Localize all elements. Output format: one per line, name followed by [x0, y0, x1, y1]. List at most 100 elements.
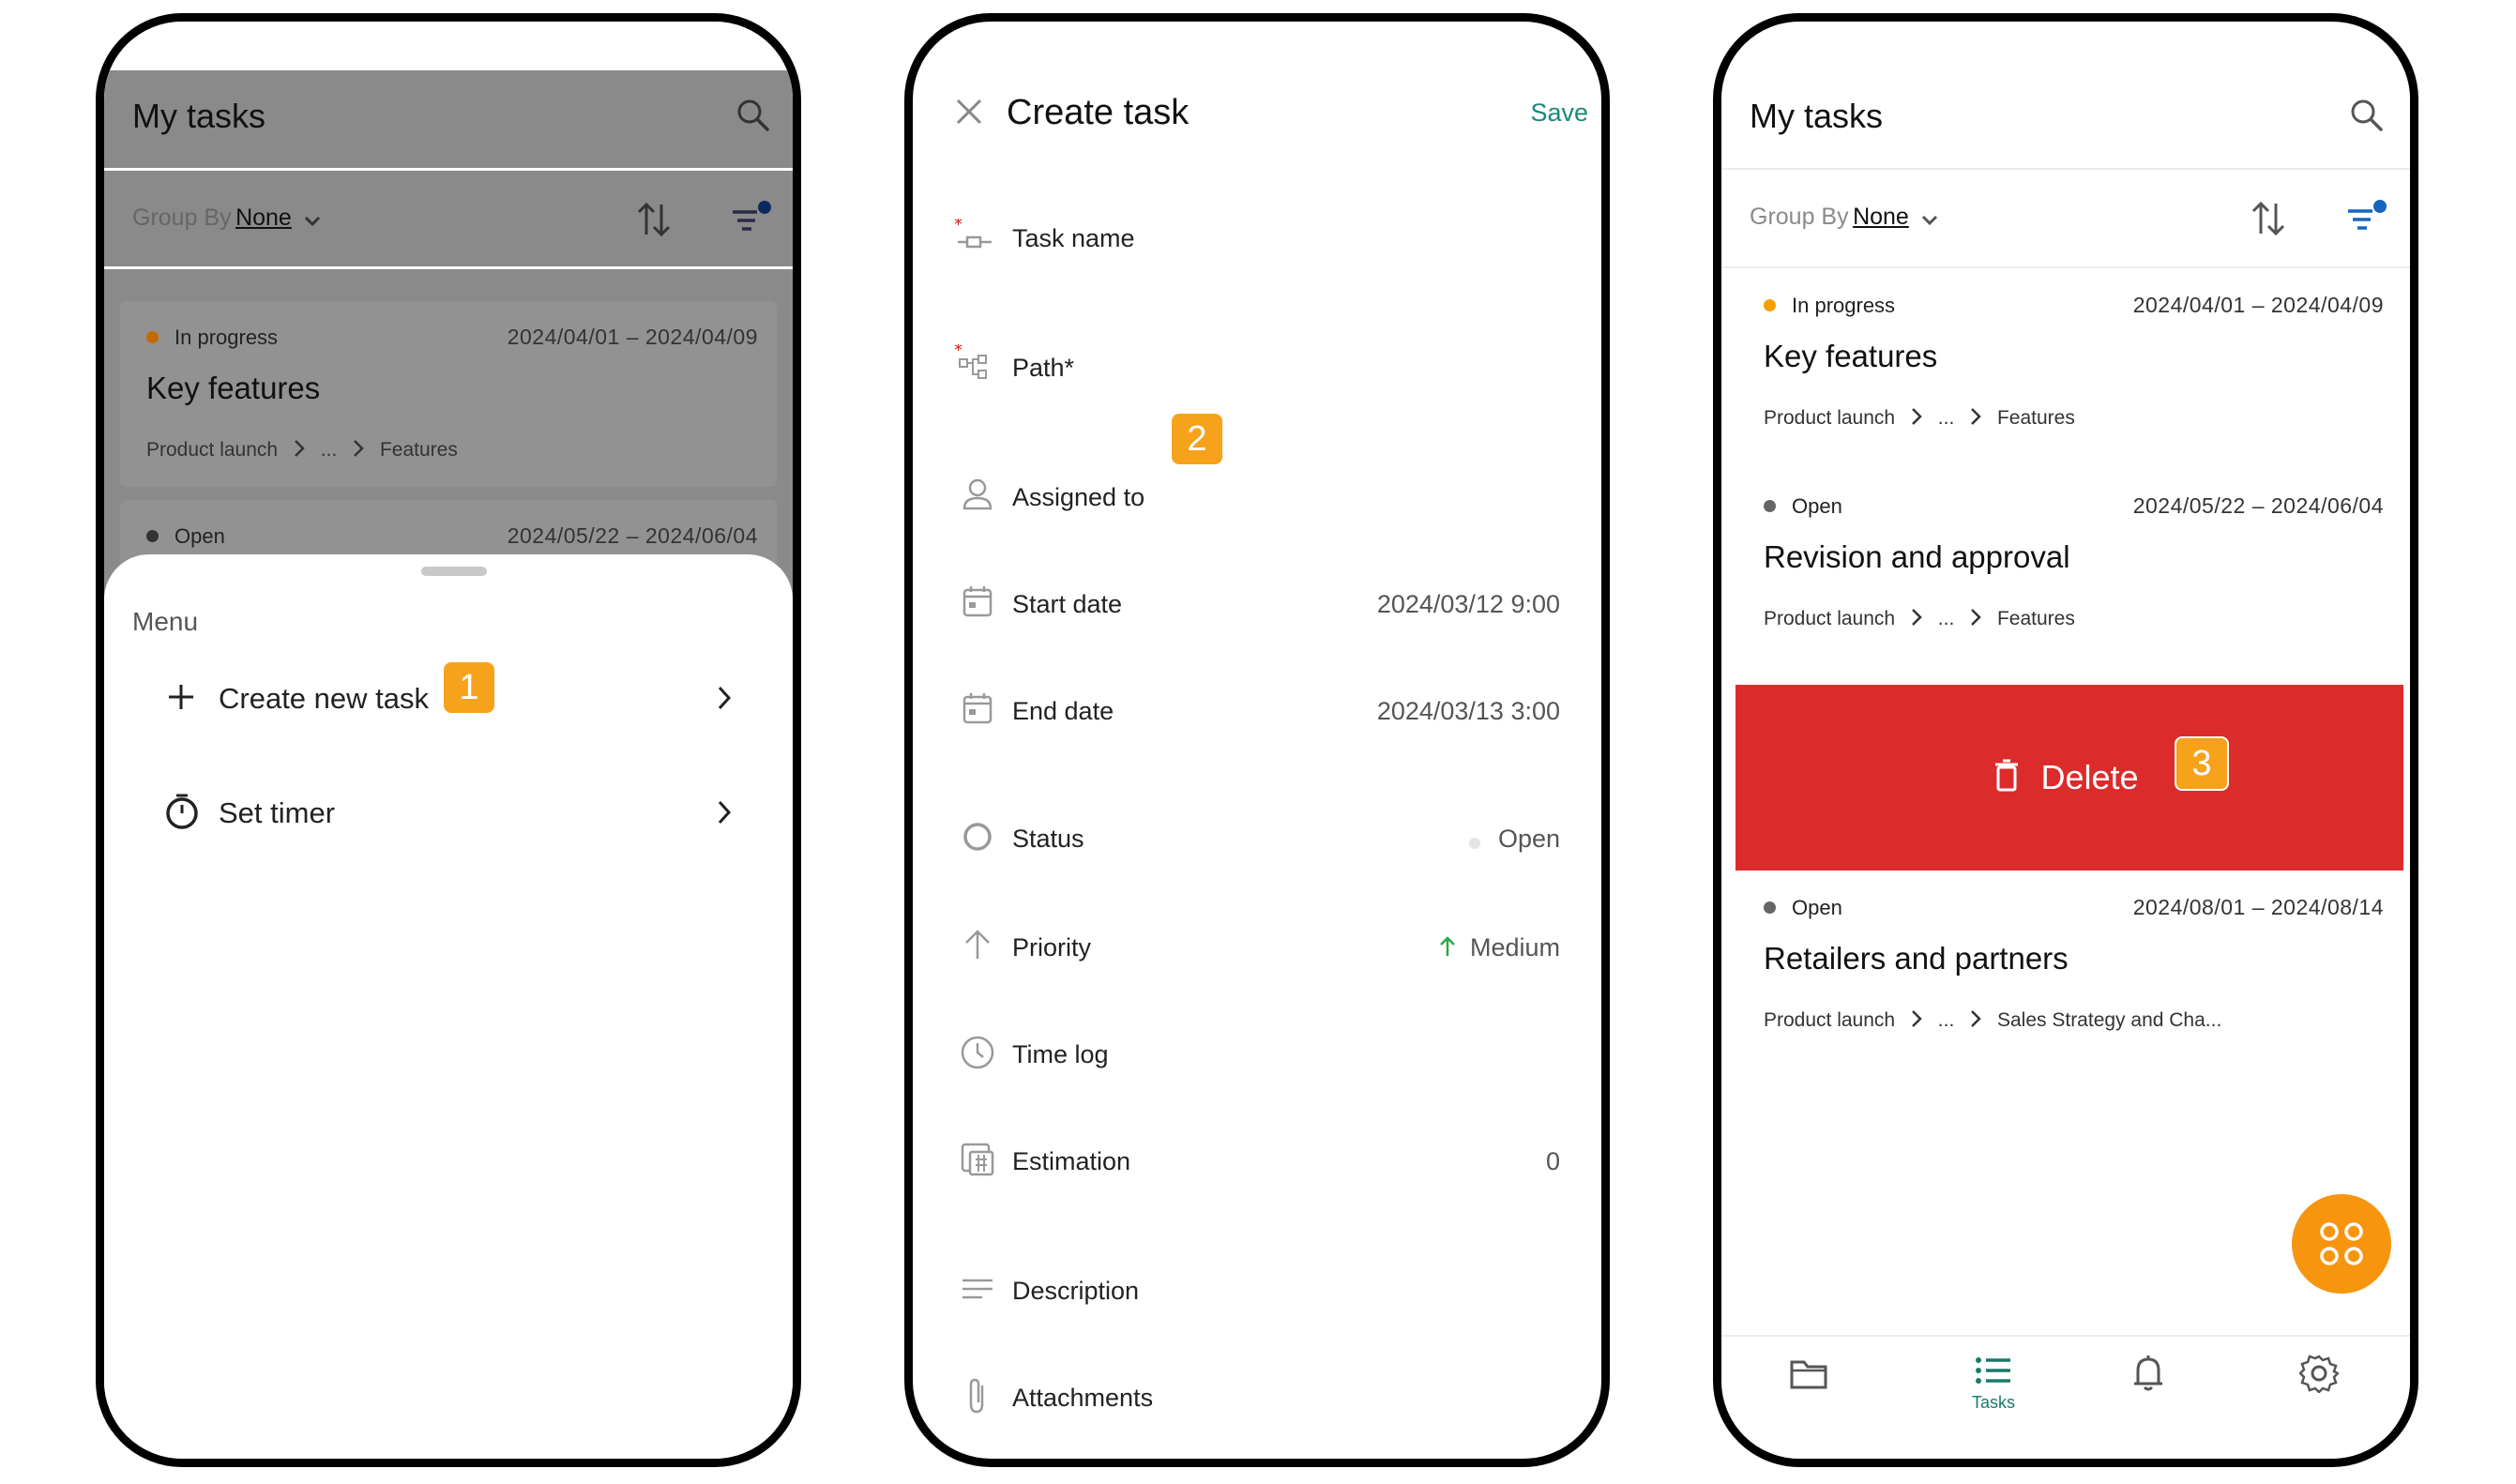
- crumb: ...: [1937, 407, 1955, 429]
- chevron-right-icon: [1910, 406, 1923, 427]
- calculator-icon: [960, 1142, 995, 1177]
- svg-text:*: *: [954, 344, 962, 360]
- page-title: My tasks: [1750, 97, 1884, 135]
- step-badge: 3: [2175, 736, 2229, 791]
- sort-icon[interactable]: [2249, 198, 2288, 239]
- field-label: Attachments: [1012, 1384, 1154, 1412]
- save-button[interactable]: Save: [1530, 98, 1588, 128]
- page-title: My tasks: [132, 97, 266, 135]
- status-text: In progress: [1792, 294, 1896, 317]
- chevron-right-icon: [716, 684, 733, 712]
- field-label: Assigned to: [1012, 483, 1145, 511]
- nav-item-tasks[interactable]: Tasks: [1956, 1352, 2031, 1417]
- apps-fab-button[interactable]: [2292, 1194, 2391, 1294]
- date-range: 2024/05/22 – 2024/06/04: [507, 523, 758, 548]
- field-attachments[interactable]: Attachments: [913, 1361, 1601, 1446]
- field-status[interactable]: Status Open: [913, 804, 1601, 888]
- bell-icon[interactable]: [2130, 1354, 2166, 1393]
- task-card[interactable]: Open 2024/05/22 – 2024/06/04 Revision an…: [1721, 470, 2410, 663]
- priority-up-icon: [1438, 935, 1457, 958]
- group-by-value[interactable]: None: [1853, 204, 1909, 230]
- drag-handle[interactable]: [421, 567, 487, 576]
- field-task-name[interactable]: * Task name: [913, 200, 1601, 284]
- field-value: 0: [1545, 1147, 1560, 1175]
- step-badge: 1: [444, 662, 494, 713]
- breadcrumb: Product launch ... Features: [146, 438, 458, 462]
- field-label: Estimation: [1012, 1147, 1131, 1175]
- field-end-date[interactable]: End date 2024/03/13 3:00: [913, 674, 1601, 759]
- crumb: ...: [320, 439, 338, 461]
- group-by-label: Group By: [1750, 204, 1849, 230]
- task-card[interactable]: In progress 2024/04/01 – 2024/04/09 Key …: [120, 301, 777, 487]
- field-label: Time log: [1012, 1040, 1109, 1068]
- field-value: 2024/03/12 9:00: [1376, 590, 1560, 618]
- plus-icon: [166, 682, 196, 712]
- crumb: Product launch: [1764, 608, 1896, 629]
- gear-icon[interactable]: [2299, 1354, 2339, 1393]
- chevron-down-icon: [1918, 209, 1941, 232]
- status-text: Open: [174, 524, 225, 548]
- field-priority[interactable]: Priority Medium: [913, 911, 1601, 995]
- phone-menu-screen: My tasks Group By None In progress 2024/…: [96, 13, 801, 1467]
- calendar-icon: [962, 691, 993, 725]
- search-icon[interactable]: [735, 97, 772, 134]
- group-by-value[interactable]: None: [235, 204, 292, 231]
- chevron-right-icon: [352, 438, 365, 459]
- field-description[interactable]: Description: [913, 1254, 1601, 1339]
- field-start-date[interactable]: Start date 2024/03/12 9:00: [913, 568, 1601, 652]
- field-label: End date: [1012, 697, 1114, 725]
- menu-item-label: Create new task: [219, 682, 429, 715]
- sort-icon[interactable]: [634, 199, 674, 240]
- breadcrumb: Product launch ... Features: [1764, 406, 2075, 430]
- page-title: Create task: [1007, 93, 1190, 132]
- chevron-right-icon: [1969, 607, 1982, 628]
- field-label: Description: [1012, 1277, 1140, 1305]
- crumb: Product launch: [1764, 1009, 1896, 1031]
- group-by-bar: Group By None: [104, 171, 793, 266]
- delete-swipe-action[interactable]: Delete: [1735, 685, 2403, 871]
- task-list-icon: [1975, 1355, 2012, 1386]
- paperclip-icon: [963, 1376, 992, 1416]
- crumb: Product launch: [146, 439, 279, 461]
- status-dot: [146, 331, 159, 343]
- phone-create-task-screen: Create task Save * Task name * Path* Ass…: [904, 13, 1610, 1467]
- field-time-log[interactable]: Time log: [913, 1018, 1601, 1102]
- apps-grid-icon: [2317, 1219, 2366, 1268]
- status-dot: [1764, 901, 1776, 914]
- status-dot: [1764, 500, 1776, 512]
- close-icon[interactable]: [954, 97, 984, 127]
- step-badge: 2: [1172, 414, 1222, 464]
- date-range: 2024/04/01 – 2024/04/09: [507, 325, 758, 349]
- field-label: Task name: [1012, 224, 1135, 252]
- folder-icon[interactable]: [1789, 1357, 1828, 1391]
- group-by-label: Group By: [132, 204, 232, 231]
- menu-item-set-timer[interactable]: Set timer: [104, 759, 793, 862]
- filter-icon[interactable]: [2344, 198, 2389, 239]
- status-text: Open: [1792, 494, 1842, 518]
- hierarchy-icon: *: [954, 344, 995, 386]
- field-estimation[interactable]: Estimation 0: [913, 1125, 1601, 1209]
- crumb: Features: [1996, 407, 2075, 429]
- menu-label: Menu: [132, 607, 199, 636]
- field-label: Priority: [1012, 933, 1092, 962]
- date-range: 2024/04/01 – 2024/04/09: [2132, 293, 2384, 317]
- group-by-control[interactable]: Group By None: [1750, 204, 1941, 232]
- search-icon[interactable]: [2348, 97, 2386, 134]
- filter-icon[interactable]: [729, 199, 774, 240]
- group-by-control[interactable]: Group By None: [132, 204, 324, 233]
- crumb: Features: [379, 439, 458, 461]
- status-dot: [1469, 837, 1481, 849]
- chevron-right-icon: [1969, 1008, 1982, 1029]
- field-path[interactable]: * Path*: [913, 329, 1601, 414]
- task-card[interactable]: Open 2024/08/01 – 2024/08/14 Retailers a…: [1721, 871, 2410, 1065]
- task-card[interactable]: In progress 2024/04/01 – 2024/04/09 Key …: [1721, 269, 2410, 462]
- status-dot: [1764, 299, 1776, 311]
- crumb: Features: [1996, 608, 2075, 629]
- nav-label: Tasks: [1971, 1393, 2015, 1412]
- task-title: Key features: [1764, 339, 1938, 373]
- field-label: Start date: [1012, 590, 1123, 618]
- app-bar: My tasks: [104, 70, 793, 168]
- chevron-right-icon: [1910, 607, 1923, 628]
- field-assigned-to[interactable]: Assigned to: [913, 459, 1601, 543]
- field-label: Path*: [1012, 354, 1075, 382]
